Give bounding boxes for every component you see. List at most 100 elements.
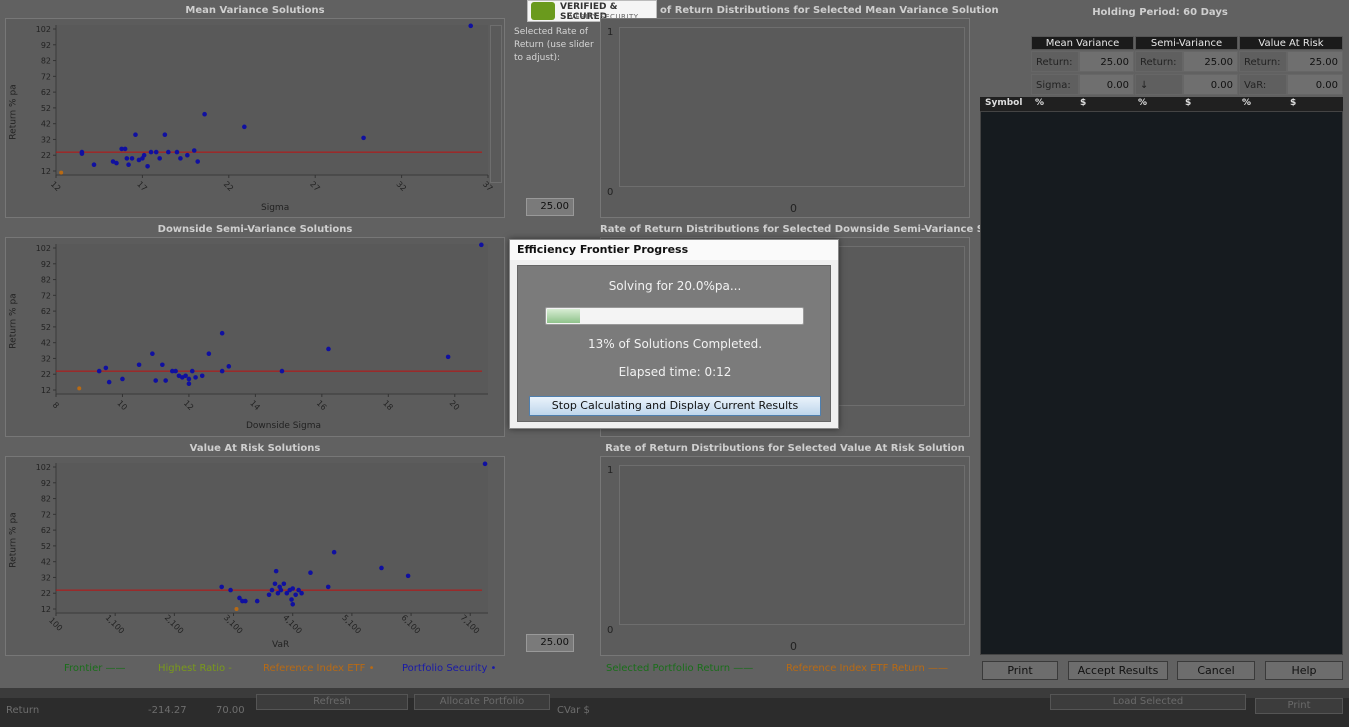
mv-scroll-strip[interactable] xyxy=(490,25,502,183)
ds-portfolio-point xyxy=(150,351,155,357)
var-reference-etf-point xyxy=(234,607,239,611)
ds-y-tick-label: 52 xyxy=(41,323,51,332)
var-y-tick-label: 102 xyxy=(36,463,51,472)
bb-print-button[interactable]: Print xyxy=(1255,698,1343,714)
print-button[interactable]: Print xyxy=(982,661,1058,680)
cancel-button[interactable]: Cancel xyxy=(1177,661,1255,680)
mv-portfolio-point xyxy=(202,111,207,117)
help-button[interactable]: Help xyxy=(1265,661,1343,680)
dist-mv-ybottom: 0 xyxy=(607,187,614,198)
var-x-tick-label: 7,100 xyxy=(459,613,482,636)
bb-return-value: -214.27 xyxy=(148,705,187,716)
var-x-tick-label: 3,100 xyxy=(222,613,245,636)
ds-portfolio-point xyxy=(153,378,158,383)
var-chart-panel[interactable]: 102 92 82 72 62 52 42 32 22 12 100 1,100 2,100 3,100 4… xyxy=(5,456,505,656)
var-portfolio-point xyxy=(272,581,278,587)
mv-x-tick-label: 12 xyxy=(49,180,63,194)
var-portfolio-point xyxy=(281,581,287,587)
ds-y-tick-label: 82 xyxy=(41,276,51,285)
var-x-tick-label: 100 xyxy=(47,616,64,633)
ds-portfolio-point xyxy=(479,242,484,248)
ds-y-label: Return % pa xyxy=(8,293,19,349)
mv-portfolio-point xyxy=(148,149,154,155)
holding-period-label: Holding Period: 60 Days xyxy=(1092,7,1228,18)
dist-var-xzero: 0 xyxy=(790,640,797,653)
metric-sv-header: Semi-Variance xyxy=(1135,36,1238,50)
bb-allocate-button[interactable]: Allocate Portfolio xyxy=(414,694,550,710)
progress-bar xyxy=(545,307,804,325)
mv-reference-etf-point xyxy=(59,170,64,175)
ds-x-tick-label: 18 xyxy=(381,399,395,413)
var-portfolio-point xyxy=(325,584,331,590)
mv-y-tick-label: 92 xyxy=(41,41,51,50)
var-y-tick-label: 52 xyxy=(41,542,51,551)
bb-refresh-button[interactable]: Refresh xyxy=(256,694,408,710)
var-x-label: VaR xyxy=(272,640,290,650)
var-y-tick-label: 32 xyxy=(41,573,51,582)
dist-ds-title: Rate of Return Distributions for Selecte… xyxy=(600,224,1024,235)
ds-y-tick-label: 22 xyxy=(41,370,51,379)
slider-label: Selected Rate of Return (use slider to a… xyxy=(514,27,594,63)
var-portfolio-point xyxy=(278,587,284,593)
ds-portfolio-point xyxy=(103,365,109,371)
mv-portfolio-point xyxy=(166,149,171,155)
ds-portfolio-point xyxy=(173,368,178,374)
dist-mv-panel[interactable]: 1 0 0 xyxy=(600,18,970,218)
ds-portfolio-point xyxy=(120,376,125,382)
mv-portfolio-point xyxy=(185,152,190,158)
mv-x-tick-label: 17 xyxy=(135,180,149,194)
symbols-table-body[interactable] xyxy=(980,111,1343,655)
col-mv-dollar[interactable]: $ xyxy=(1080,98,1086,108)
legend-highest-ratio: Highest Ratio - xyxy=(158,663,232,674)
mv-portfolio-point xyxy=(157,156,162,161)
bb-load-selected-button[interactable]: Load Selected xyxy=(1050,694,1246,710)
mv-portfolio-point xyxy=(124,156,130,161)
var-x-tick-label: 5,100 xyxy=(340,613,363,636)
mv-y-label: Return % pa xyxy=(8,84,19,140)
var-y-tick-label: 12 xyxy=(41,605,51,614)
mv-portfolio-point xyxy=(153,149,159,155)
dist-mv-plot xyxy=(619,27,965,187)
dist-var-panel[interactable]: 1 0 0 xyxy=(600,456,970,656)
ds-portfolio-point xyxy=(189,368,195,374)
var-x-tick-label: 6,100 xyxy=(399,613,422,636)
ds-portfolio-point xyxy=(106,379,112,385)
var-portfolio-point xyxy=(290,601,296,607)
ds-y-tick-label: 42 xyxy=(41,339,51,348)
var-portfolio-point xyxy=(379,565,384,571)
mv-chart-panel[interactable]: 102 92 82 72 62 52 42 32 22 12 12 17 22 27 32 37 Return… xyxy=(5,18,505,218)
mv-y-tick-label: 72 xyxy=(41,72,51,81)
ds-x-tick-label: 10 xyxy=(115,399,129,413)
col-mv-pct[interactable]: % xyxy=(1035,98,1044,108)
ds-x-tick-label: 16 xyxy=(315,399,329,413)
ds-portfolio-point xyxy=(326,346,331,352)
ds-portfolio-point xyxy=(163,378,168,383)
mv-portfolio-point xyxy=(174,149,180,155)
metric-var-header: Value At Risk xyxy=(1239,36,1343,50)
metric-mv-sigma-label: Sigma: xyxy=(1031,74,1079,95)
legend-reference-etf: Reference Index ETF • xyxy=(263,663,375,674)
slider-value-bottom[interactable]: 25.00 xyxy=(526,634,574,652)
mv-portfolio-point xyxy=(145,163,150,169)
col-sv-dollar[interactable]: $ xyxy=(1185,98,1191,108)
dist-mv-title: of Return Distributions for Selected Mea… xyxy=(660,5,999,16)
ds-portfolio-point xyxy=(183,373,188,379)
metric-mv-sigma-value: 0.00 xyxy=(1079,74,1134,95)
stop-calculating-button[interactable]: Stop Calculating and Display Current Res… xyxy=(529,396,821,416)
col-sv-pct[interactable]: % xyxy=(1138,98,1147,108)
col-var-dollar[interactable]: $ xyxy=(1290,98,1296,108)
var-portfolio-point xyxy=(219,584,224,590)
dist-var-ybottom: 0 xyxy=(607,625,614,636)
mv-y-tick-label: 32 xyxy=(41,135,51,144)
metric-sv-return-value: 25.00 xyxy=(1183,51,1238,72)
var-portfolio-point xyxy=(293,592,298,598)
var-portfolio-point xyxy=(290,586,296,591)
lock-shield-icon xyxy=(531,2,555,20)
col-symbol[interactable]: Symbol xyxy=(985,98,1022,108)
col-var-pct[interactable]: % xyxy=(1242,98,1251,108)
dist-var-title: Rate of Return Distributions for Selecte… xyxy=(605,443,965,454)
accept-results-button[interactable]: Accept Results xyxy=(1068,661,1168,680)
ds-chart-panel[interactable]: 102 92 82 72 62 52 42 32 22 12 8 10 12 14 16 18 20 Retur… xyxy=(5,237,505,437)
slider-value-top[interactable]: 25.00 xyxy=(526,198,574,216)
legend-frontier: Frontier —— xyxy=(64,663,126,674)
